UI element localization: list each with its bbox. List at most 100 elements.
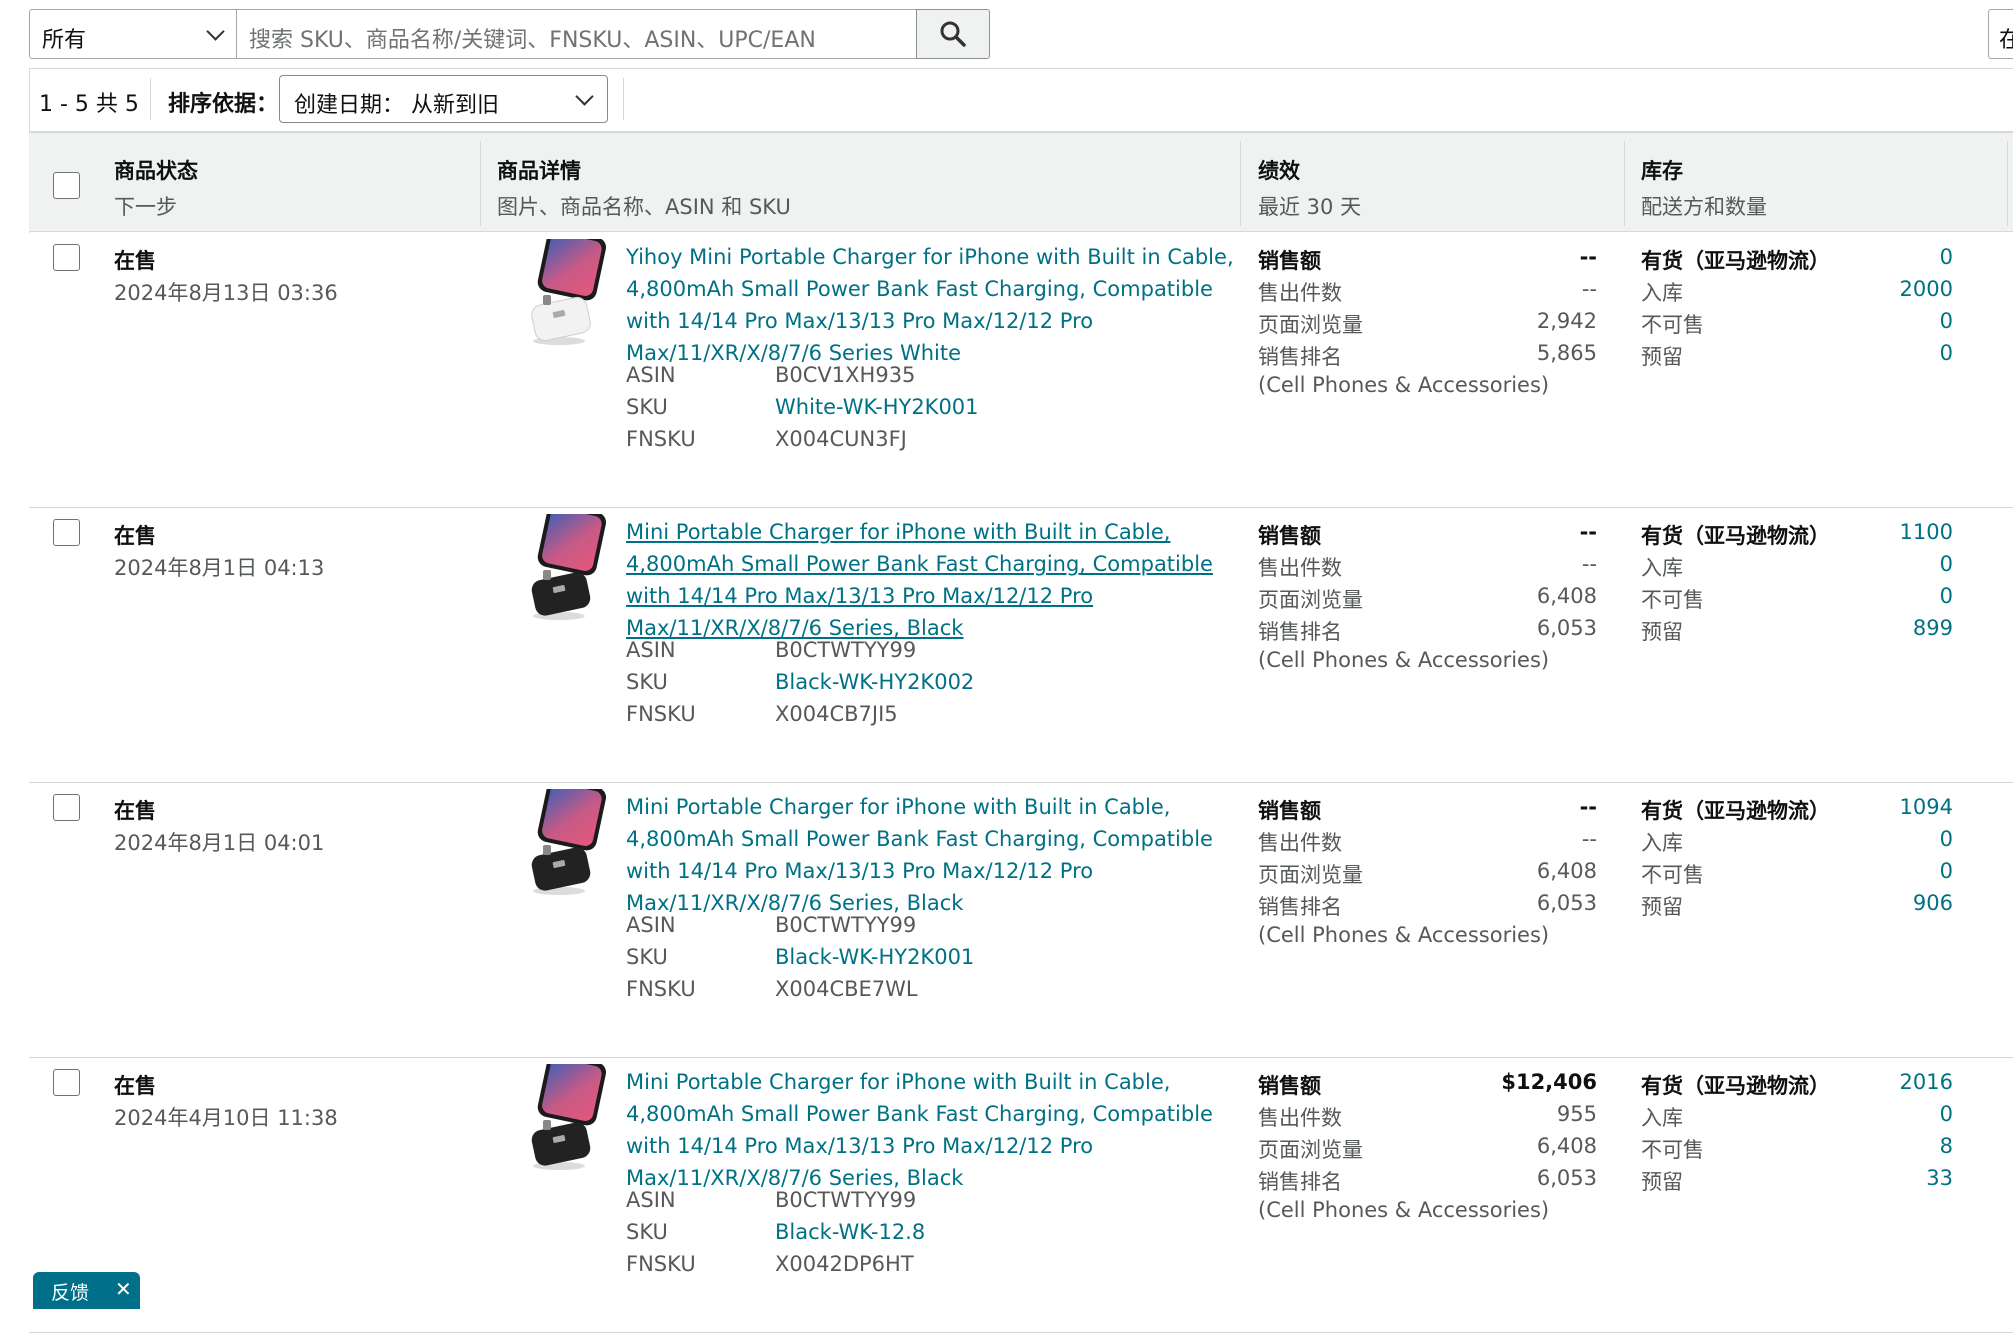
views-value: 6,408 <box>1536 859 1597 883</box>
header-status-title: 商品状态 <box>114 159 198 183</box>
rank-label: 销售排名 <box>1258 1170 1342 1194</box>
sales-label: 销售额 <box>1258 249 1321 273</box>
fulfillment-label: 有货（亚马逊物流） <box>1641 799 1830 823</box>
row-checkbox[interactable] <box>53 1069 80 1096</box>
sku-label: SKU <box>626 945 668 969</box>
reserved-qty-link[interactable]: 899 <box>1913 616 1953 640</box>
header-status-sub: 下一步 <box>114 195 177 219</box>
header-performance[interactable]: 绩效 最近 30 天 <box>1258 155 1361 221</box>
inbound-qty-link[interactable]: 0 <box>1940 1102 1953 1126</box>
table-row: 在售 2024年8月1日 04:01 Mini Portable Charger… <box>29 783 2013 1058</box>
created-date: 2024年8月1日 04:01 <box>114 831 325 855</box>
product-thumbnail[interactable] <box>513 1064 613 1174</box>
fulfillment-label: 有货（亚马逊物流） <box>1641 524 1830 548</box>
product-title-link[interactable]: Yihoy Mini Portable Charger for iPhone w… <box>626 241 1256 369</box>
units-value: -- <box>1581 552 1597 576</box>
reserved-label: 预留 <box>1641 620 1683 644</box>
row-checkbox[interactable] <box>53 244 80 271</box>
chevron-down-icon <box>206 22 225 41</box>
reserved-qty-link[interactable]: 0 <box>1940 341 1953 365</box>
rank-label: 销售排名 <box>1258 620 1342 644</box>
units-value: -- <box>1581 277 1597 301</box>
row-checkbox[interactable] <box>53 519 80 546</box>
unfulfillable-qty-link[interactable]: 0 <box>1940 309 1953 333</box>
search-filter-value: 所有 <box>42 28 87 53</box>
fnsku-label: FNSKU <box>626 977 696 1001</box>
clipped-button-label: 在 <box>1999 22 2013 54</box>
reserved-qty-link[interactable]: 33 <box>1926 1166 1953 1190</box>
inbound-label: 入库 <box>1641 556 1683 580</box>
rank-category: (Cell Phones & Accessories) <box>1258 648 1550 672</box>
available-qty-link[interactable]: 2016 <box>1900 1070 1953 1094</box>
available-qty-link[interactable]: 1100 <box>1900 520 1953 544</box>
available-qty-link[interactable]: 0 <box>1940 245 1953 269</box>
chevron-down-icon <box>575 87 594 106</box>
inbound-qty-link[interactable]: 0 <box>1940 827 1953 851</box>
units-value: -- <box>1581 827 1597 851</box>
sort-label: 排序依据： <box>168 92 279 117</box>
product-thumbnail[interactable] <box>513 514 613 624</box>
search-button[interactable] <box>916 9 990 59</box>
unfulfillable-label: 不可售 <box>1641 313 1704 337</box>
product-title-link[interactable]: Mini Portable Charger for iPhone with Bu… <box>626 516 1256 644</box>
fnsku-value: X0042DP6HT <box>775 1252 914 1276</box>
views-label: 页面浏览量 <box>1258 863 1363 887</box>
header-details-sub: 图片、商品名称、ASIN 和 SKU <box>497 195 791 219</box>
sales-value: $12,406 <box>1501 1070 1597 1094</box>
available-qty-link[interactable]: 1094 <box>1900 795 1953 819</box>
rank-label: 销售排名 <box>1258 895 1342 919</box>
inbound-label: 入库 <box>1641 831 1683 855</box>
close-icon[interactable]: ✕ <box>115 1277 132 1301</box>
unfulfillable-label: 不可售 <box>1641 863 1704 887</box>
sort-select[interactable]: 创建日期： 从新到旧 <box>279 75 608 123</box>
inbound-qty-link[interactable]: 2000 <box>1900 277 1953 301</box>
sku-label: SKU <box>626 1220 668 1244</box>
unfulfillable-qty-link[interactable]: 0 <box>1940 859 1953 883</box>
units-label: 售出件数 <box>1258 556 1342 580</box>
clipped-button[interactable]: 在 <box>1988 9 2013 59</box>
select-all-checkbox[interactable] <box>53 172 80 199</box>
sales-label: 销售额 <box>1258 524 1321 548</box>
product-thumbnail[interactable] <box>513 789 613 899</box>
header-performance-sub: 最近 30 天 <box>1258 195 1362 219</box>
search-icon <box>940 21 966 47</box>
rank-label: 销售排名 <box>1258 345 1342 369</box>
sku-value[interactable]: Black-WK-12.8 <box>775 1220 925 1244</box>
reserved-qty-link[interactable]: 906 <box>1913 891 1953 915</box>
created-date: 2024年8月13日 03:36 <box>114 281 338 305</box>
header-performance-title: 绩效 <box>1258 159 1300 183</box>
column-divider <box>1624 141 1625 226</box>
search-input[interactable]: 搜索 SKU、商品名称/关键词、FNSKU、ASIN、UPC/EAN <box>237 9 917 59</box>
rank-value: 6,053 <box>1536 891 1597 915</box>
unfulfillable-qty-link[interactable]: 0 <box>1940 584 1953 608</box>
rank-category: (Cell Phones & Accessories) <box>1258 373 1550 397</box>
fnsku-label: FNSKU <box>626 427 696 451</box>
divider <box>150 78 151 120</box>
header-details[interactable]: 商品详情 图片、商品名称、ASIN 和 SKU <box>497 155 791 221</box>
views-label: 页面浏览量 <box>1258 1138 1363 1162</box>
header-status[interactable]: 商品状态 下一步 <box>114 155 198 221</box>
sku-value[interactable]: Black-WK-HY2K001 <box>775 945 974 969</box>
header-details-title: 商品详情 <box>497 159 581 183</box>
unfulfillable-label: 不可售 <box>1641 1138 1704 1162</box>
sku-value[interactable]: Black-WK-HY2K002 <box>775 670 974 694</box>
fnsku-value: X004CUN3FJ <box>775 427 907 451</box>
rank-value: 5,865 <box>1536 341 1597 365</box>
header-inventory[interactable]: 库存 配送方和数量 <box>1641 155 1767 221</box>
product-title-link[interactable]: Mini Portable Charger for iPhone with Bu… <box>626 791 1256 919</box>
units-value: 955 <box>1556 1102 1597 1126</box>
sku-label: SKU <box>626 395 668 419</box>
inbound-label: 入库 <box>1641 1106 1683 1130</box>
product-title-link[interactable]: Mini Portable Charger for iPhone with Bu… <box>626 1066 1256 1194</box>
inbound-qty-link[interactable]: 0 <box>1940 552 1953 576</box>
fnsku-value: X004CBE7WL <box>775 977 918 1001</box>
sku-value[interactable]: White-WK-HY2K001 <box>775 395 979 419</box>
fnsku-value: X004CB7JI5 <box>775 702 898 726</box>
feedback-tab[interactable]: 反馈 ✕ <box>33 1272 140 1309</box>
row-checkbox[interactable] <box>53 794 80 821</box>
sales-value: -- <box>1579 245 1597 269</box>
product-thumbnail[interactable] <box>513 239 613 349</box>
unfulfillable-qty-link[interactable]: 8 <box>1940 1134 1953 1158</box>
asin-value: B0CTWTYY99 <box>775 638 917 662</box>
search-filter-select[interactable]: 所有 <box>29 9 237 59</box>
